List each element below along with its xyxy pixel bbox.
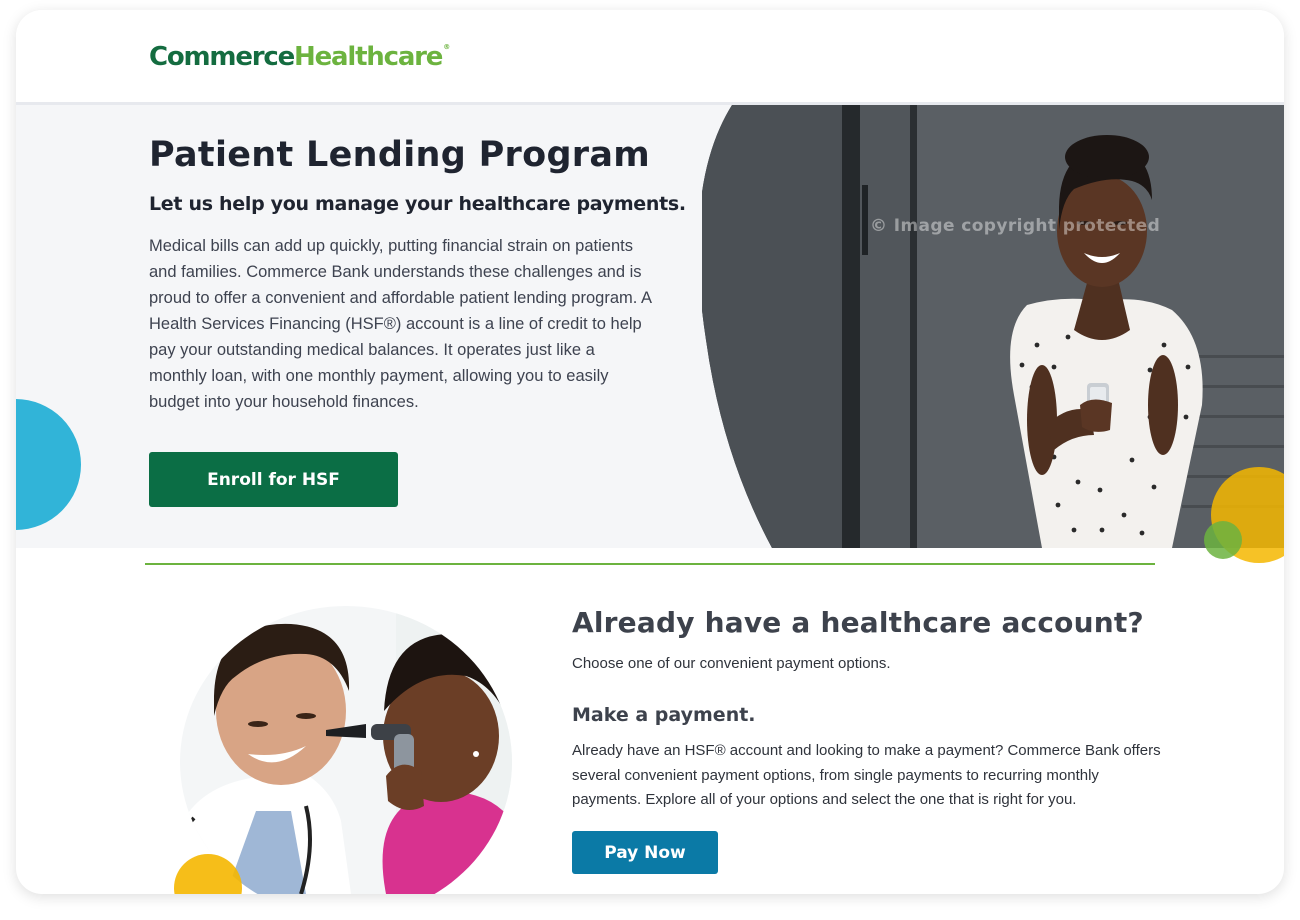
section-divider [145,563,1155,565]
hero-description: Medical bills can add up quickly, puttin… [149,237,652,411]
logo-commerce-text: Commerce [149,42,295,72]
enroll-for-hsf-button[interactable]: Enroll for HSF [149,452,398,507]
commerce-healthcare-logo[interactable]: CommerceHealthcare® [149,42,451,72]
account-section-subtitle: Choose one of our convenient payment opt… [572,655,891,672]
logo-registered-mark: ® [443,43,451,51]
hero-section: Patient Lending Program Let us help you … [16,105,1284,548]
pay-now-button[interactable]: Pay Now [572,831,718,874]
hero-subtitle: Let us help you manage your healthcare p… [149,193,686,215]
hero-title: Patient Lending Program [149,135,651,175]
doctor-child-photo [174,606,512,894]
make-payment-description: Already have an HSF® account and looking… [572,742,1161,808]
decorative-yellow-green-circles [1204,467,1284,563]
page-card: CommerceHealthcare® Patient Lending Prog… [16,10,1284,894]
site-header: CommerceHealthcare® [16,10,1284,102]
make-payment-heading: Make a payment. [572,704,756,726]
image-copyright-watermark: © Image copyright protected [870,216,1161,236]
account-section-title: Already have a healthcare account? [572,606,1144,639]
logo-healthcare-text: Healthcare [294,42,443,72]
